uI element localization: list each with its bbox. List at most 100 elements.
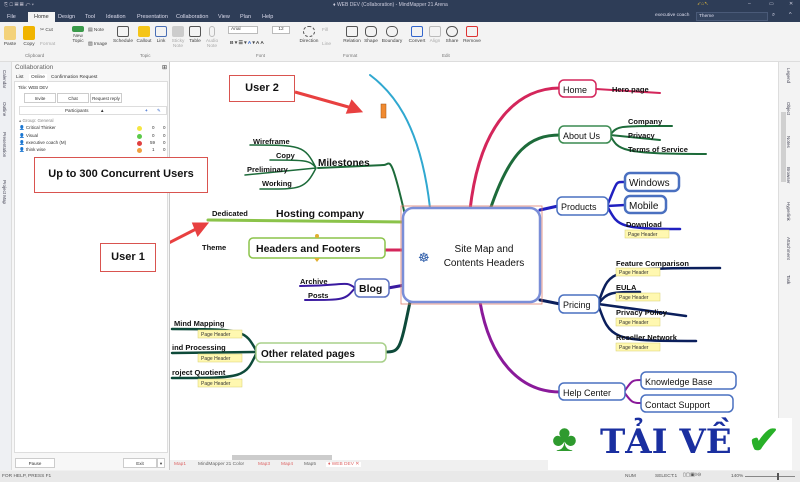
tab-plan[interactable]: Plan xyxy=(237,12,254,22)
topic-preliminary[interactable]: Preliminary xyxy=(247,165,289,174)
topic-privacy[interactable]: Privacy xyxy=(628,131,656,140)
topic-products[interactable]: Products xyxy=(561,202,597,212)
vertical-scrollbar[interactable] xyxy=(781,112,786,182)
theme-input[interactable]: Theme xyxy=(696,12,768,21)
side-tab-task[interactable]: Task xyxy=(786,275,791,284)
side-tab-outline[interactable]: Outline xyxy=(2,102,7,116)
topic-pricing[interactable]: Pricing xyxy=(563,300,591,310)
side-tab-browser[interactable]: Browser xyxy=(786,167,791,184)
tab-collaboration[interactable]: Collaboration xyxy=(173,12,211,22)
table-button[interactable]: Table xyxy=(189,26,201,44)
share-button[interactable]: Share xyxy=(445,26,459,44)
topic-knowledge-base[interactable]: Knowledge Base xyxy=(645,377,713,387)
map-tab[interactable]: MindMapper 21 Color xyxy=(198,462,244,467)
topic-posts[interactable]: Posts xyxy=(308,291,328,300)
topic-other-pages[interactable]: Other related pages xyxy=(261,349,355,360)
callout-button[interactable]: Callout xyxy=(136,26,152,44)
link-button[interactable]: Link xyxy=(155,26,167,44)
side-tab-object[interactable]: Object xyxy=(786,102,791,115)
participant-row[interactable]: 👤 executive coach (M) 59 0 xyxy=(19,140,169,147)
tab-file[interactable]: File xyxy=(4,12,19,22)
topic-help[interactable]: Help Center xyxy=(563,388,611,398)
topic-download[interactable]: Download xyxy=(626,220,662,229)
zoom-slider[interactable] xyxy=(745,473,795,480)
participant-row[interactable]: 👤 Visual 0 0 xyxy=(19,133,169,140)
horizontal-scrollbar[interactable] xyxy=(232,455,332,460)
topic-copy[interactable]: Copy xyxy=(276,151,296,160)
search-icon[interactable]: ⌕ xyxy=(772,12,775,19)
tab-view[interactable]: View xyxy=(215,12,233,22)
relation-button[interactable]: Relation xyxy=(343,26,361,44)
cut-button[interactable]: ✂ Cut xyxy=(40,28,53,33)
boundary-button[interactable]: Boundary xyxy=(381,26,403,44)
tab-list[interactable]: List xyxy=(16,75,23,80)
tab-home[interactable]: Home xyxy=(28,12,55,22)
image-button[interactable]: ▨ Image xyxy=(88,42,107,47)
exit-dropdown[interactable]: ▾ xyxy=(157,458,165,468)
side-tab-presentation[interactable]: Presentation xyxy=(2,132,7,157)
topic-privacy-policy[interactable]: Privacy Policy xyxy=(616,308,668,317)
close-button[interactable]: ✕ xyxy=(789,1,793,7)
topic-theme[interactable]: Theme xyxy=(202,243,226,252)
topic-mind-mapping[interactable]: Mind Mapping xyxy=(174,319,225,328)
font-size-select[interactable]: 12 xyxy=(272,26,290,34)
topic-eula[interactable]: EULA xyxy=(616,283,637,292)
tab-confirmation-request[interactable]: Confirmation Request xyxy=(51,75,97,80)
side-tab-notes[interactable]: Notes xyxy=(786,136,791,148)
shape-button[interactable]: Shape xyxy=(364,26,378,44)
map-tab-active[interactable]: ♦ WEB DEV ✕ xyxy=(326,462,362,467)
move-handle-icon[interactable] xyxy=(315,234,319,238)
topic-mobile[interactable]: Mobile xyxy=(629,201,659,212)
topic-milestones[interactable]: Milestones xyxy=(318,158,370,169)
schedule-button[interactable]: Schedule xyxy=(112,26,134,44)
topic-about[interactable]: About Us xyxy=(563,131,601,141)
topic-contact-support[interactable]: Contact Support xyxy=(645,400,711,410)
topic-reseller-network[interactable]: Reseller Network xyxy=(616,333,678,342)
topic-terms[interactable]: Terms of Service xyxy=(628,145,688,154)
topic-blog[interactable]: Blog xyxy=(359,283,382,295)
exit-button[interactable]: Exit xyxy=(123,458,157,468)
side-tab-hyperlink[interactable]: Hyperlink xyxy=(786,202,791,221)
restore-button[interactable]: ▭ xyxy=(769,1,774,7)
topic-feature-comparison[interactable]: Feature Comparison xyxy=(616,259,689,268)
topic-home[interactable]: Home xyxy=(563,85,587,95)
side-tab-project-map[interactable]: Project Map xyxy=(2,180,7,204)
side-tab-legend[interactable]: Legend xyxy=(786,68,791,83)
minimize-button[interactable]: – xyxy=(748,1,751,7)
topic-project-quotient[interactable]: roject Quotient xyxy=(172,368,226,377)
remove-button[interactable]: Remove xyxy=(462,26,482,44)
paste-button[interactable]: Paste xyxy=(3,26,17,47)
bold-button[interactable]: B ▾ ☰ ▾ A ▾ A A xyxy=(230,41,264,46)
format-painter-button[interactable]: Format xyxy=(40,42,55,47)
note-button[interactable]: ▤ Note xyxy=(88,28,104,33)
topic-archive[interactable]: Archive xyxy=(300,277,328,286)
pin-icon[interactable]: ⊞ xyxy=(162,64,167,71)
map-tab[interactable]: Map3 xyxy=(258,462,270,467)
mindmap-canvas[interactable]: ☸ Site Map and Contents Headers Home Abo… xyxy=(170,62,778,460)
pause-button[interactable]: Pause xyxy=(15,458,55,468)
group-general[interactable]: ▴ Group: General xyxy=(19,118,169,125)
topic-company[interactable]: Company xyxy=(628,117,663,126)
participant-row[interactable]: 👤 Critical Thinker 0 0 xyxy=(19,125,169,132)
line-button[interactable]: Line xyxy=(322,42,331,47)
map-tab[interactable]: Map5 xyxy=(304,462,316,467)
topic-mind-processing[interactable]: ind Processing xyxy=(172,343,226,352)
view-mode-icons[interactable]: ▯▢▣◊⊖ xyxy=(683,473,701,478)
audio-note-button[interactable]: Audio Note xyxy=(205,26,219,49)
participant-row[interactable]: 👤 think wise 1 0 xyxy=(19,147,169,154)
side-tab-attachment[interactable]: Attachment xyxy=(786,237,791,260)
collapse-ribbon-icon[interactable]: ^ xyxy=(789,12,792,18)
move-handle-icon[interactable] xyxy=(314,258,320,262)
tab-presentation[interactable]: Presentation xyxy=(134,12,171,22)
quick-access-toolbar[interactable]: ⎘ ▢ ▤ ▦ ↶ ▾ xyxy=(4,2,34,8)
chat-button[interactable]: Chat xyxy=(57,93,89,103)
copy-button[interactable]: Copy xyxy=(22,26,36,47)
tab-ideation[interactable]: Ideation xyxy=(103,12,129,22)
map-tab[interactable]: Map4 xyxy=(281,462,293,467)
convert-button[interactable]: Convert xyxy=(408,26,426,44)
topic-windows[interactable]: Windows xyxy=(629,178,670,189)
tab-tool[interactable]: Tool xyxy=(82,12,98,22)
tab-design[interactable]: Design xyxy=(55,12,78,22)
tab-online[interactable]: Online xyxy=(29,74,47,81)
align-button[interactable]: Align xyxy=(429,26,441,44)
